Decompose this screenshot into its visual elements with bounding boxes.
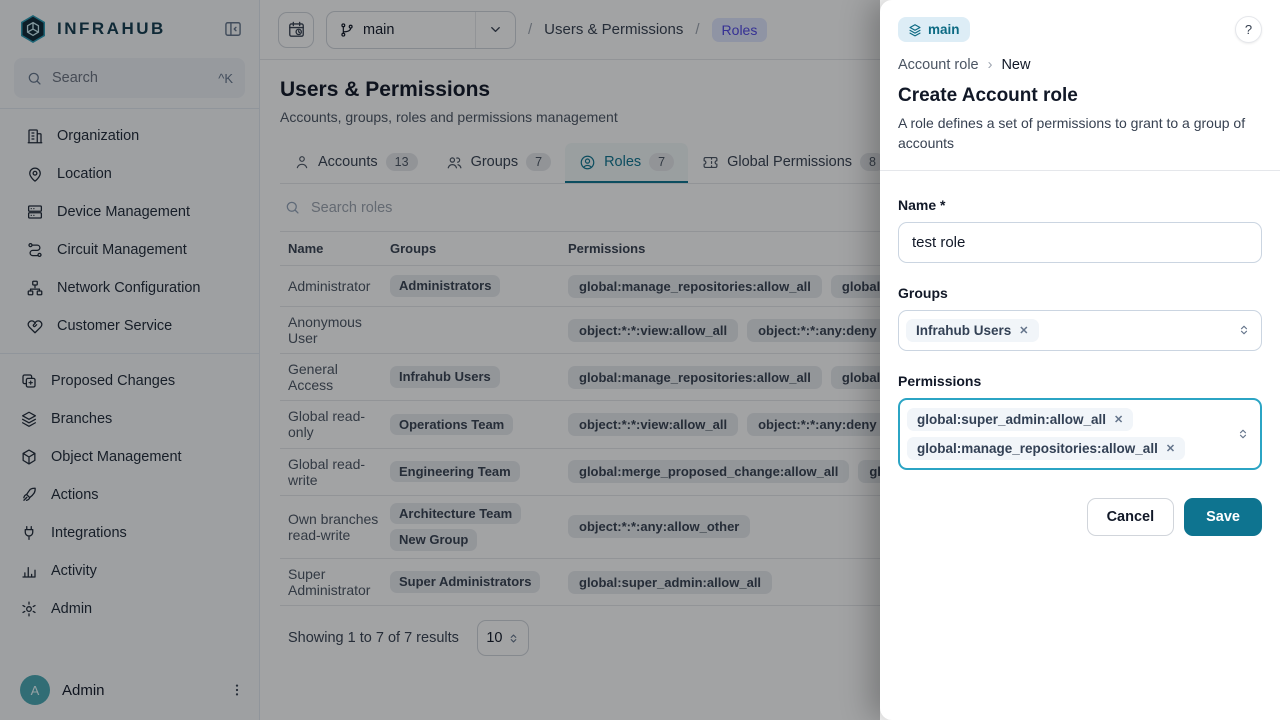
cancel-button[interactable]: Cancel bbox=[1087, 498, 1175, 536]
chevron-right-icon: › bbox=[988, 57, 993, 73]
permissions-select[interactable]: global:super_admin:allow_all✕global:mana… bbox=[898, 398, 1262, 470]
drawer-branch-badge[interactable]: main bbox=[898, 17, 970, 42]
chip-label: global:super_admin:allow_all bbox=[917, 412, 1106, 427]
permissions-label: Permissions bbox=[898, 373, 1262, 389]
name-field[interactable] bbox=[898, 222, 1262, 263]
drawer-body: Name * Groups Infrahub Users ✕ Permission… bbox=[880, 171, 1280, 562]
name-label: Name * bbox=[898, 197, 1262, 213]
remove-chip-icon[interactable]: ✕ bbox=[1019, 324, 1028, 337]
remove-chip-icon[interactable]: ✕ bbox=[1114, 413, 1123, 426]
save-button[interactable]: Save bbox=[1184, 498, 1262, 536]
groups-label: Groups bbox=[898, 285, 1262, 301]
groups-select[interactable]: Infrahub Users ✕ bbox=[898, 310, 1262, 351]
chevron-updown-icon bbox=[1237, 428, 1249, 440]
create-role-drawer: main ? Account role › New Create Account… bbox=[880, 0, 1280, 720]
chip-label: Infrahub Users bbox=[916, 323, 1011, 338]
drawer-subtitle: A role defines a set of permissions to g… bbox=[898, 113, 1262, 154]
remove-chip-icon[interactable]: ✕ bbox=[1166, 442, 1175, 455]
drawer-title: Create Account role bbox=[898, 85, 1262, 107]
layers-icon bbox=[908, 23, 922, 37]
drawer-header: main ? Account role › New Create Account… bbox=[880, 0, 1280, 171]
drawer-breadcrumb-parent[interactable]: Account role bbox=[898, 57, 979, 73]
drawer-breadcrumb-current: New bbox=[1001, 57, 1030, 73]
selected-option-chip: global:super_admin:allow_all ✕ bbox=[907, 408, 1133, 431]
selected-option-chip: global:manage_repositories:allow_all ✕ bbox=[907, 437, 1185, 460]
drawer-breadcrumb: Account role › New bbox=[898, 57, 1262, 73]
chevron-updown-icon bbox=[1238, 324, 1250, 336]
selected-option-chip: Infrahub Users ✕ bbox=[906, 319, 1039, 342]
chip-label: global:manage_repositories:allow_all bbox=[917, 441, 1158, 456]
app-root: INFRAHUB Search ^K OrganizationLocationD… bbox=[0, 0, 1280, 720]
help-button[interactable]: ? bbox=[1235, 16, 1262, 43]
modal-overlay[interactable] bbox=[0, 0, 880, 720]
drawer-branch-label: main bbox=[928, 22, 960, 37]
